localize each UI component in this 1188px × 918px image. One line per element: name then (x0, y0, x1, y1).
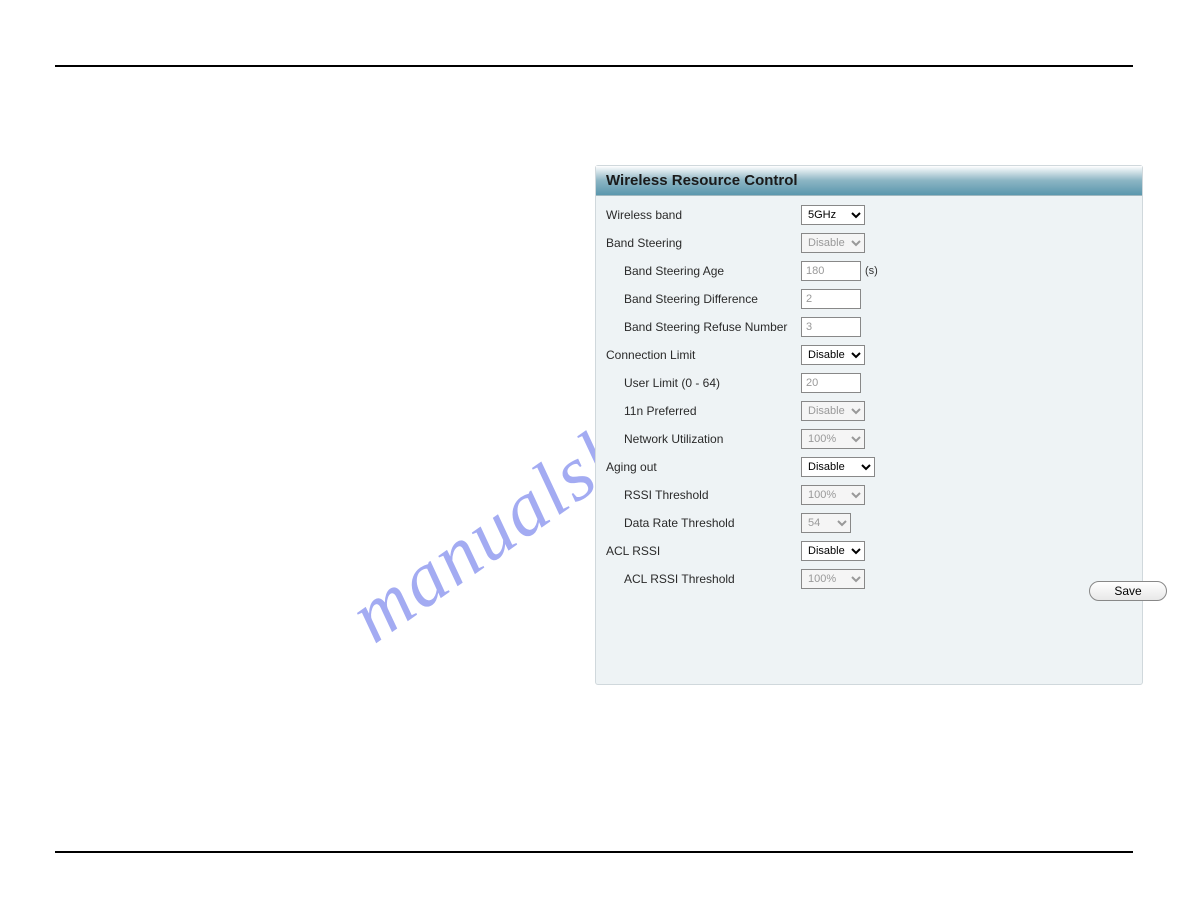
label-band-steering: Band Steering (606, 236, 801, 250)
label-network-utilization: Network Utilization (606, 432, 801, 446)
row-acl-rssi: ACL RSSI Disable (606, 540, 1132, 562)
wireless-resource-control-panel: Wireless Resource Control Wireless band … (595, 165, 1143, 685)
panel-title: Wireless Resource Control (596, 166, 1142, 196)
top-divider (55, 65, 1133, 67)
select-data-rate-threshold[interactable]: 54 (801, 513, 851, 533)
input-band-steering-difference[interactable] (801, 289, 861, 309)
row-user-limit: User Limit (0 - 64) (606, 372, 1132, 394)
row-rssi-threshold: RSSI Threshold 100% (606, 484, 1132, 506)
select-aging-out[interactable]: Disable (801, 457, 875, 477)
label-band-steering-difference: Band Steering Difference (606, 292, 801, 306)
row-band-steering-age: Band Steering Age (s) (606, 260, 1132, 282)
label-rssi-threshold: RSSI Threshold (606, 488, 801, 502)
select-wireless-band[interactable]: 5GHz (801, 205, 865, 225)
label-wireless-band: Wireless band (606, 208, 801, 222)
unit-band-steering-age: (s) (865, 265, 878, 277)
row-acl-rssi-threshold: ACL RSSI Threshold 100% (606, 568, 1132, 590)
panel-body: Wireless band 5GHz Band Steering Disable… (596, 196, 1142, 604)
save-button[interactable]: Save (1089, 581, 1167, 601)
select-band-steering[interactable]: Disable (801, 233, 865, 253)
bottom-divider (55, 851, 1133, 853)
label-acl-rssi-threshold: ACL RSSI Threshold (606, 572, 801, 586)
label-11n-preferred: 11n Preferred (606, 404, 801, 418)
label-data-rate-threshold: Data Rate Threshold (606, 516, 801, 530)
row-band-steering: Band Steering Disable (606, 232, 1132, 254)
row-network-utilization: Network Utilization 100% (606, 428, 1132, 450)
input-band-steering-age[interactable] (801, 261, 861, 281)
label-aging-out: Aging out (606, 460, 801, 474)
row-band-steering-refuse: Band Steering Refuse Number (606, 316, 1132, 338)
row-connection-limit: Connection Limit Disable (606, 344, 1132, 366)
select-acl-rssi[interactable]: Disable (801, 541, 865, 561)
select-network-utilization[interactable]: 100% (801, 429, 865, 449)
row-wireless-band: Wireless band 5GHz (606, 204, 1132, 226)
row-band-steering-difference: Band Steering Difference (606, 288, 1132, 310)
label-acl-rssi: ACL RSSI (606, 544, 801, 558)
select-acl-rssi-threshold[interactable]: 100% (801, 569, 865, 589)
label-connection-limit: Connection Limit (606, 348, 801, 362)
row-11n-preferred: 11n Preferred Disable (606, 400, 1132, 422)
row-aging-out: Aging out Disable (606, 456, 1132, 478)
label-band-steering-refuse: Band Steering Refuse Number (606, 320, 801, 334)
label-user-limit: User Limit (0 - 64) (606, 376, 801, 390)
input-band-steering-refuse[interactable] (801, 317, 861, 337)
input-user-limit[interactable] (801, 373, 861, 393)
select-11n-preferred[interactable]: Disable (801, 401, 865, 421)
row-data-rate-threshold: Data Rate Threshold 54 (606, 512, 1132, 534)
select-rssi-threshold[interactable]: 100% (801, 485, 865, 505)
label-band-steering-age: Band Steering Age (606, 264, 801, 278)
select-connection-limit[interactable]: Disable (801, 345, 865, 365)
